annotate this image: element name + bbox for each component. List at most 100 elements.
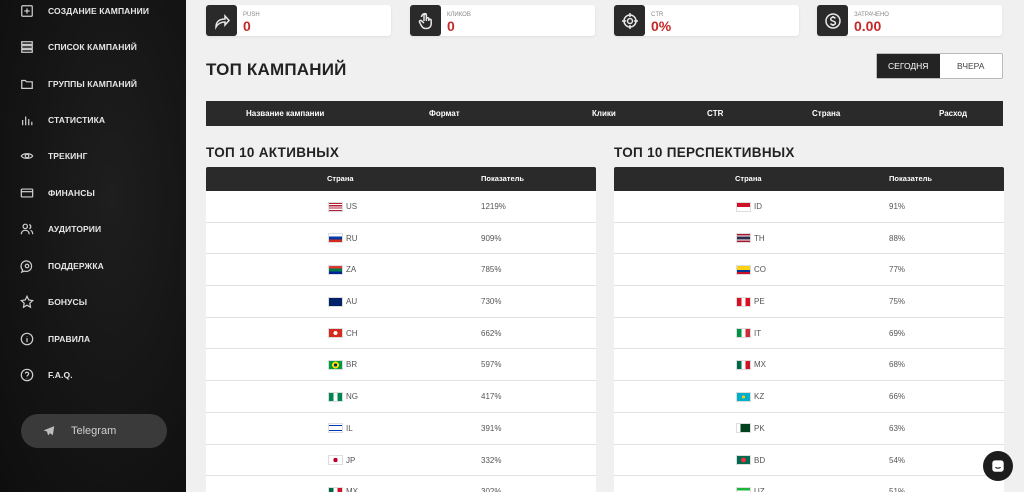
- country-cell: NG: [328, 381, 358, 412]
- nav-statistics[interactable]: СТАТИСТИКА: [20, 110, 105, 130]
- country-cell: MX: [736, 349, 766, 380]
- stat-value: 0: [243, 18, 251, 34]
- table-row: AU 730%: [206, 286, 596, 318]
- flag-icon: [328, 359, 343, 370]
- flag-icon: [328, 423, 343, 434]
- nav-faq[interactable]: F.A.Q.: [20, 365, 73, 385]
- telegram-button[interactable]: Telegram: [21, 414, 167, 448]
- country-code: BR: [346, 360, 358, 370]
- country-code: PK: [754, 423, 765, 433]
- nav-rules[interactable]: ПРАВИЛА: [20, 329, 90, 349]
- value-cell: 69%: [889, 328, 906, 338]
- column-header: Страна: [735, 174, 762, 183]
- nav-campaign-list[interactable]: СПИСОК КАМПАНИЙ: [20, 37, 137, 57]
- eye-icon: [20, 153, 34, 159]
- nav-tracking[interactable]: ТРЕКИНГ: [20, 146, 88, 166]
- table-row: TH 88%: [614, 222, 1004, 255]
- country-code: CH: [346, 328, 358, 338]
- table-row: CO 77%: [614, 254, 1004, 287]
- nav-label: ПОДДЕРЖКА: [48, 261, 104, 271]
- country-code: RU: [346, 233, 358, 243]
- value-cell: 302%: [481, 487, 502, 492]
- table-row: ID 91%: [614, 191, 1004, 223]
- table-row: US 1219%: [206, 191, 596, 223]
- value-cell: 1219%: [481, 202, 506, 211]
- country-code: MX: [754, 360, 766, 370]
- flag-icon: [736, 233, 751, 244]
- value-cell: 909%: [481, 233, 502, 243]
- country-code: PE: [754, 297, 765, 307]
- country-cell: US: [328, 191, 357, 222]
- value-cell: 77%: [889, 265, 906, 275]
- info-icon: [20, 332, 34, 346]
- stat-card-clicks: КЛИКОВ 0: [410, 5, 595, 36]
- nav-label: ГРУППЫ КАМПАНИЙ: [48, 79, 138, 89]
- value-cell: 730%: [481, 297, 502, 307]
- nav-create-campaign[interactable]: СОЗДАНИЕ КАМПАНИИ: [20, 1, 149, 21]
- column-header[interactable]: Страна: [812, 101, 840, 126]
- column-header[interactable]: Формат: [429, 101, 460, 126]
- column-header[interactable]: CTR: [707, 101, 723, 126]
- toggle-today[interactable]: СЕГОДНЯ: [877, 54, 940, 78]
- value-cell: 417%: [481, 392, 502, 402]
- country-code: US: [346, 202, 358, 211]
- stat-card-ctr: CTR 0%: [614, 5, 799, 36]
- credit-card-icon: [20, 188, 34, 198]
- table-row: MX 68%: [614, 349, 1004, 382]
- country-code: ZA: [346, 265, 357, 275]
- table-row: NG 417%: [206, 381, 596, 413]
- country-cell: UZ: [736, 476, 765, 492]
- flag-icon: [736, 391, 751, 402]
- country-cell: IL: [328, 413, 353, 444]
- list-icon: [21, 41, 33, 53]
- table-row: JP 332%: [206, 444, 596, 477]
- value-cell: 785%: [481, 265, 502, 275]
- stat-value: 0: [447, 18, 455, 34]
- nav-label: ПРАВИЛА: [48, 334, 91, 344]
- nav-label: ФИНАНСЫ: [48, 188, 95, 198]
- flag-icon: [328, 233, 343, 244]
- telegram-icon: [43, 426, 55, 436]
- value-cell: 75%: [889, 297, 906, 307]
- top-campaigns-title: ТОП КАМПАНИЙ: [206, 60, 347, 79]
- table-row: ZA 785%: [206, 254, 596, 287]
- country-cell: AU: [328, 286, 357, 317]
- nav-bonuses[interactable]: БОНУСЫ: [20, 292, 87, 312]
- column-header[interactable]: Клики: [592, 101, 616, 126]
- country-cell: IT: [736, 318, 761, 349]
- nav-support[interactable]: ПОДДЕРЖКА: [20, 256, 104, 276]
- nav-audiences[interactable]: АУДИТОРИИ: [20, 219, 101, 239]
- country-code: IL: [346, 423, 353, 433]
- flag-icon: [736, 486, 751, 492]
- country-code: CO: [754, 265, 766, 275]
- column-header: Страна: [327, 174, 354, 183]
- country-cell: MX: [328, 476, 358, 492]
- nav-campaign-groups[interactable]: ГРУППЫ КАМПАНИЙ: [20, 74, 137, 94]
- flag-icon: [736, 328, 751, 339]
- country-cell: RU: [328, 223, 358, 254]
- top-perspective-title: ТОП 10 ПЕРСПЕКТИВНЫХ: [614, 145, 795, 160]
- nav-finance[interactable]: ФИНАНСЫ: [20, 183, 95, 203]
- country-code: AU: [346, 297, 358, 307]
- sidebar: СОЗДАНИЕ КАМПАНИИ СПИСОК КАМПАНИЙ ГРУППЫ…: [0, 0, 186, 492]
- value-cell: 662%: [481, 328, 502, 338]
- value-cell: 91%: [889, 202, 906, 211]
- top-active-table: Страна Показатель US 1219% RU 909% ZA 785% AU 7…: [206, 167, 596, 492]
- dollar-icon: [817, 5, 848, 36]
- table-row: BD 54%: [614, 444, 1004, 477]
- column-header[interactable]: Расход: [939, 101, 967, 126]
- toggle-yesterday[interactable]: ВЧЕРА: [940, 54, 1003, 78]
- table-row: UZ 51%: [614, 476, 1004, 492]
- country-cell: JP: [328, 445, 355, 476]
- table-body: ID 91% TH 88% CO 77% PE 75% IT 69% MX 68% KZ 66% PK 63%…: [614, 191, 1004, 492]
- target-icon: [614, 5, 645, 36]
- table-row: PE 75%: [614, 286, 1004, 318]
- question-icon: [20, 368, 34, 382]
- flag-icon: [736, 264, 751, 275]
- plus-square-icon: [21, 5, 33, 17]
- country-code: UZ: [754, 487, 765, 492]
- chat-button[interactable]: [983, 451, 1013, 481]
- star-icon: [20, 295, 34, 309]
- column-header[interactable]: Название кампании: [246, 101, 324, 126]
- table-row: MX 302%: [206, 476, 596, 492]
